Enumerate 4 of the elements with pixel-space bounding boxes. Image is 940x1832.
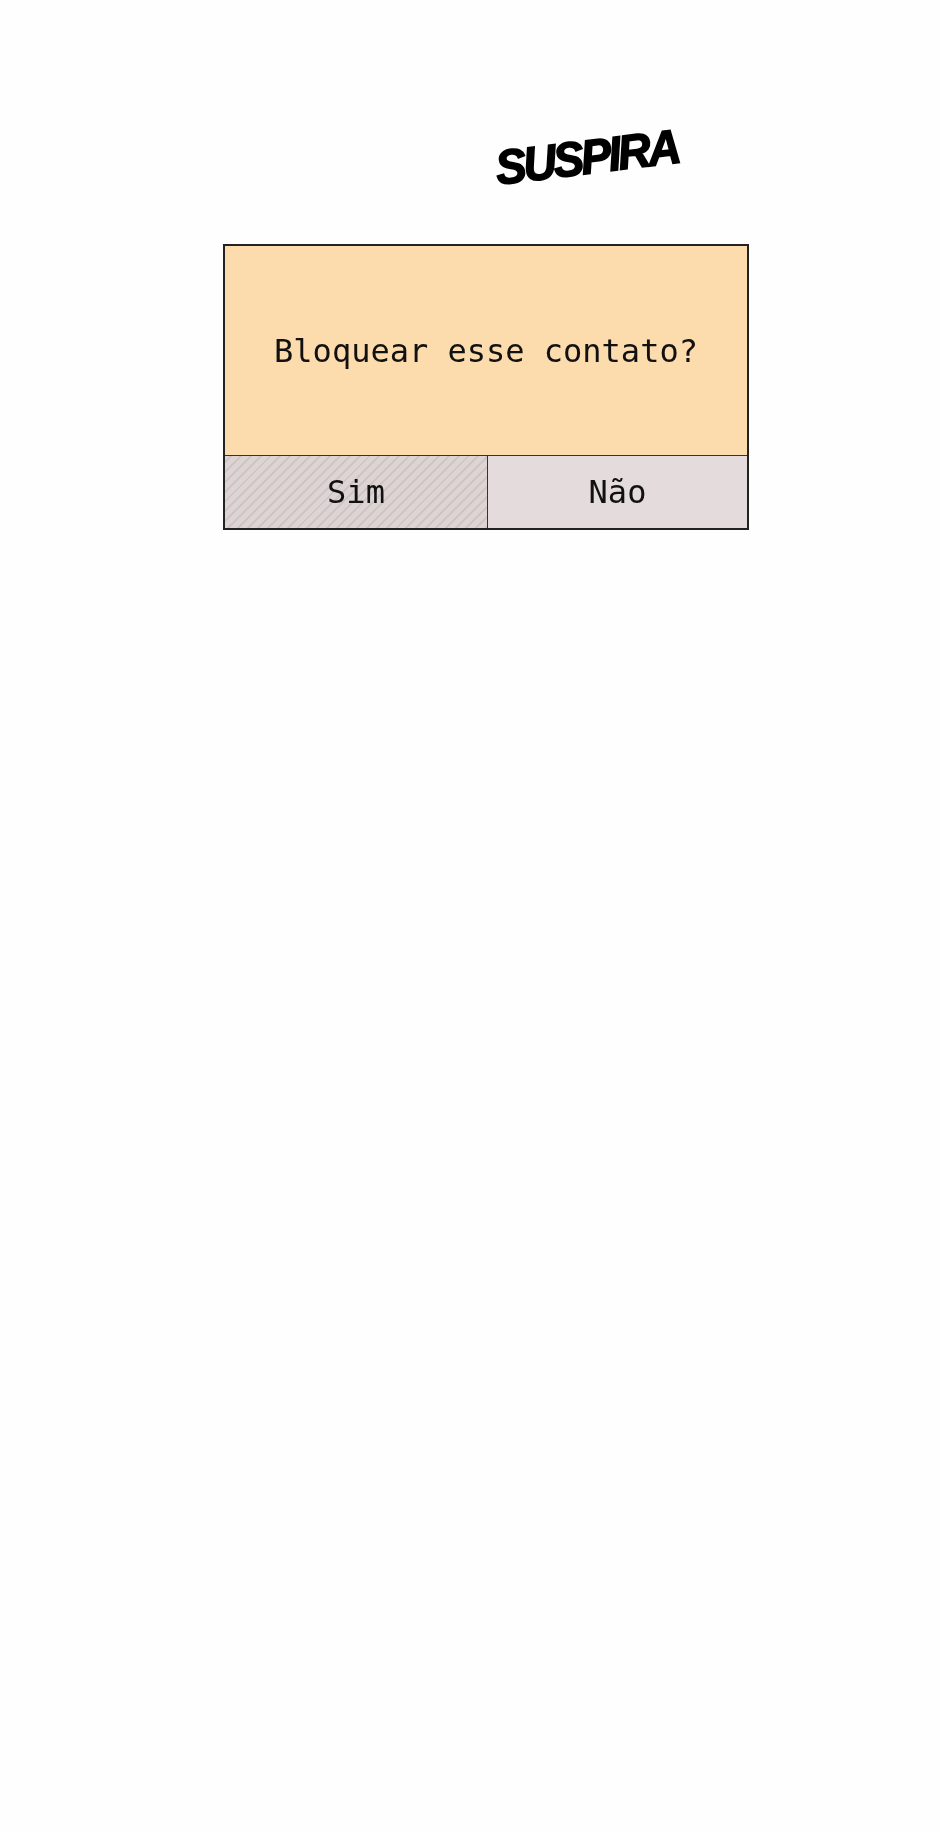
dialog-button[interactable]: Sim (225, 456, 487, 528)
dialog-button[interactable]: Não (487, 456, 747, 528)
logo-wordmark: SUSPIRA (492, 121, 681, 193)
dialog-message: Bloquear esse contato? (274, 331, 698, 370)
